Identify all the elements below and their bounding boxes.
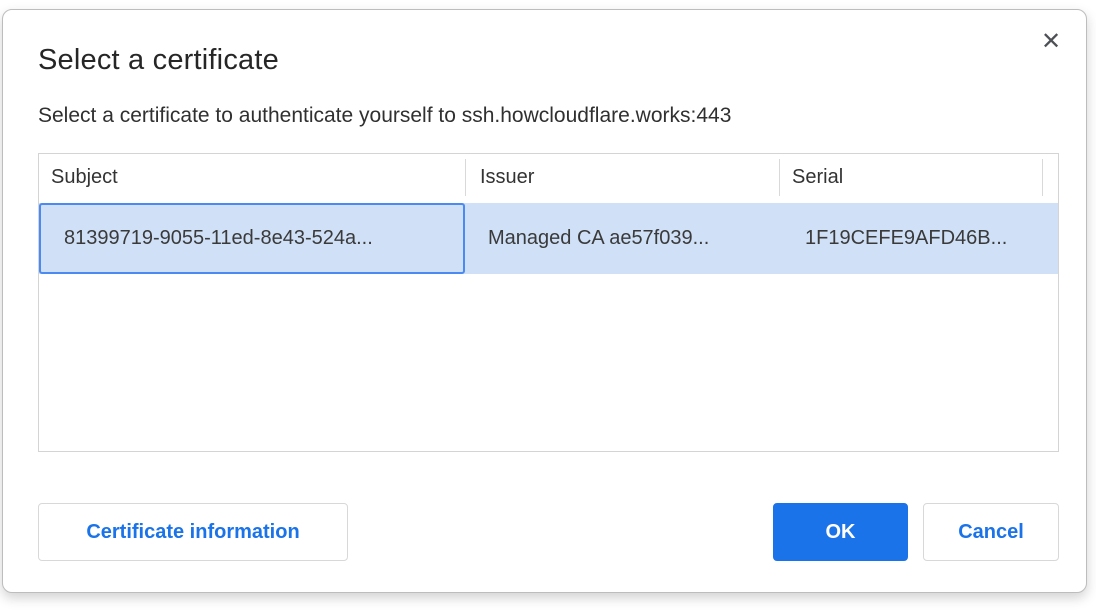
cell-serial[interactable]: 1F19CEFE9AFD46B... [779, 203, 1043, 274]
certificate-information-button[interactable]: Certificate information [38, 503, 348, 561]
table-header-row: Subject Issuer Serial [39, 154, 1058, 201]
certificate-table: Subject Issuer Serial 81399719-9055-11ed… [38, 153, 1059, 452]
column-header-subject[interactable]: Subject [39, 166, 465, 189]
column-header-serial[interactable]: Serial [779, 166, 1043, 189]
column-header-issuer[interactable]: Issuer [465, 166, 779, 189]
column-divider [465, 159, 466, 196]
cell-issuer[interactable]: Managed CA ae57f039... [465, 203, 779, 274]
close-icon[interactable]: ✕ [1034, 24, 1068, 58]
select-certificate-dialog: ✕ Select a certificate Select a certific… [2, 9, 1087, 593]
page-title: Select a certificate [38, 44, 279, 77]
screen: ✕ Select a certificate Select a certific… [0, 0, 1096, 610]
dialog-subtitle: Select a certificate to authenticate you… [38, 104, 731, 128]
column-divider [779, 159, 780, 196]
ok-button[interactable]: OK [773, 503, 908, 561]
dialog-button-row: Certificate information OK Cancel [3, 503, 1086, 563]
cell-subject[interactable]: 81399719-9055-11ed-8e43-524a... [39, 203, 465, 274]
cancel-button[interactable]: Cancel [923, 503, 1059, 561]
column-divider [1042, 159, 1043, 196]
table-row-selected-certificate[interactable]: 81399719-9055-11ed-8e43-524a... Managed … [39, 203, 1058, 274]
